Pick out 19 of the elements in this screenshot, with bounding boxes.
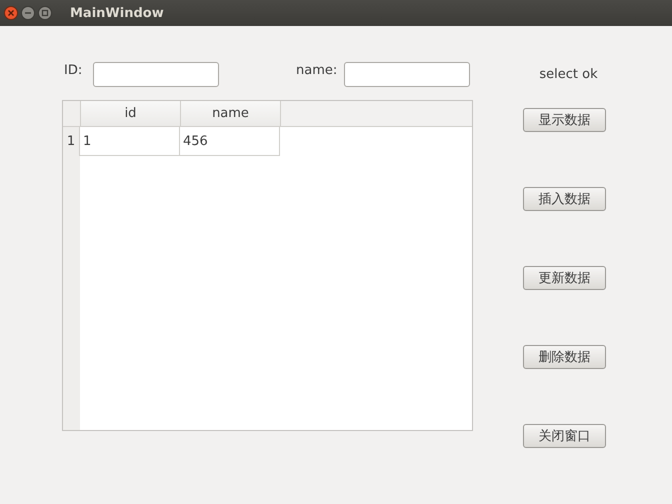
table-cell: 1 <box>80 127 180 156</box>
status-text: select ok <box>539 67 598 84</box>
maximize-icon[interactable] <box>38 6 52 20</box>
minimize-icon[interactable] <box>21 6 35 20</box>
action-button[interactable]: 显示数据 <box>523 108 606 132</box>
table-cell: 456 <box>180 127 280 156</box>
action-button[interactable]: 更新数据 <box>523 266 606 290</box>
column-header[interactable]: name <box>181 101 281 126</box>
action-button[interactable]: 关闭窗口 <box>523 424 606 448</box>
row-header[interactable]: 1 <box>63 127 80 156</box>
field-label: name: <box>296 63 338 78</box>
input-field[interactable] <box>344 62 470 87</box>
window-title: MainWindow <box>70 6 164 20</box>
close-icon[interactable] <box>4 6 18 20</box>
column-header[interactable]: id <box>81 101 181 126</box>
action-button[interactable]: 插入数据 <box>523 187 606 211</box>
action-button[interactable]: 删除数据 <box>523 345 606 369</box>
field-label: ID: <box>64 63 84 78</box>
input-field[interactable] <box>93 62 219 87</box>
